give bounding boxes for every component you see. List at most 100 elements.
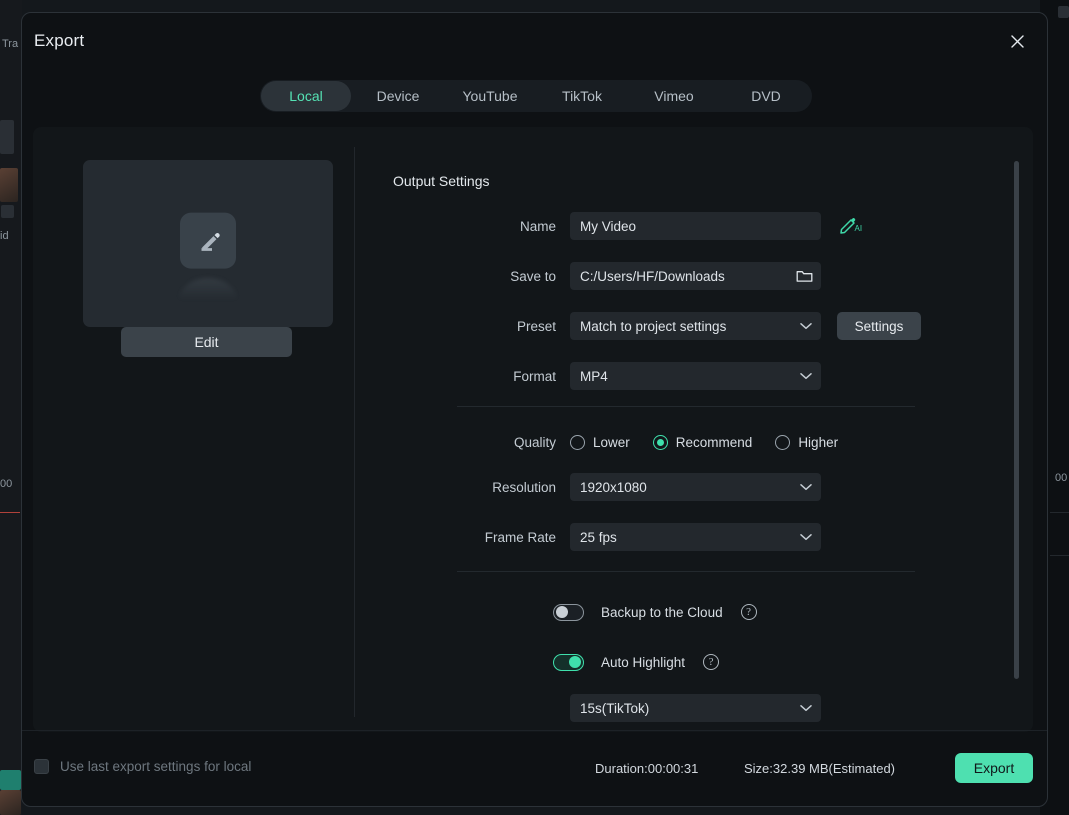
settings-scrollbar-track[interactable] <box>1014 161 1019 696</box>
edit-pencil-icon <box>180 212 236 269</box>
radio-icon <box>570 434 585 450</box>
page-title: Export <box>34 31 85 50</box>
toggle-knob <box>556 606 568 619</box>
frame-rate-label: Frame Rate <box>484 529 556 545</box>
radio-icon-selected <box>652 434 668 450</box>
chevron-down-icon <box>800 322 812 330</box>
frame-rate-value: 25 fps <box>580 529 617 545</box>
field-row-frame-rate: Frame Rate 25 fps <box>355 523 995 551</box>
bg-label-video: id <box>0 230 9 242</box>
tab-local[interactable]: Local <box>261 81 351 111</box>
backup-to-cloud-toggle[interactable] <box>553 603 584 621</box>
use-last-settings-label: Use last export settings for local <box>60 759 252 774</box>
help-icon[interactable]: ? <box>703 654 720 670</box>
section-divider <box>457 406 915 407</box>
tab-device[interactable]: Device <box>353 81 443 111</box>
folder-icon[interactable] <box>796 269 813 284</box>
format-label: Format <box>513 368 556 384</box>
name-input[interactable]: My Video <box>570 212 821 240</box>
resolution-select[interactable]: 1920x1080 <box>570 473 821 501</box>
field-row-resolution: Resolution 1920x1080 <box>355 473 995 501</box>
field-row-highlight-duration: 15s(TikTok) <box>355 694 995 722</box>
quality-option-lower[interactable]: Lower <box>570 434 630 450</box>
tab-label: Vimeo <box>654 88 694 104</box>
tab-youtube[interactable]: YouTube <box>445 81 535 111</box>
toggle-knob <box>569 656 581 669</box>
size-status: Size:32.39 MB(Estimated) <box>744 761 896 776</box>
field-row-format: Format MP4 <box>355 362 995 390</box>
svg-text:AI: AI <box>855 224 863 233</box>
bg-media-thumb <box>0 168 18 202</box>
settings-scrollbar-thumb[interactable] <box>1014 161 1019 679</box>
bg-timeline-thumb <box>0 790 21 815</box>
use-last-settings-checkbox[interactable]: Use last export settings for local <box>34 759 251 774</box>
help-icon[interactable]: ? <box>740 604 757 620</box>
frame-rate-select[interactable]: 25 fps <box>570 523 821 551</box>
checkbox-icon <box>34 759 49 774</box>
bg-divider <box>1050 512 1069 513</box>
video-thumbnail[interactable] <box>83 160 333 327</box>
name-label: Name <box>519 218 556 234</box>
backup-to-cloud-label: Backup to the Cloud <box>601 604 723 620</box>
ai-rename-icon: AI <box>839 213 863 240</box>
tab-vimeo[interactable]: Vimeo <box>629 81 719 111</box>
bg-chip <box>1 205 14 218</box>
highlight-duration-select[interactable]: 15s(TikTok) <box>570 694 821 722</box>
name-value: My Video <box>580 218 637 234</box>
bg-chip <box>0 120 14 154</box>
export-button[interactable]: Export <box>955 753 1033 783</box>
save-to-value: C:/Users/HF/Downloads <box>580 268 725 284</box>
tab-tiktok[interactable]: TikTok <box>537 81 627 111</box>
export-button-label: Export <box>973 760 1015 776</box>
save-to-input[interactable]: C:/Users/HF/Downloads <box>570 262 821 290</box>
quality-option-higher[interactable]: Higher <box>775 434 839 450</box>
help-glyph: ? <box>708 656 714 668</box>
tab-dvd[interactable]: DVD <box>721 81 811 111</box>
preset-select[interactable]: Match to project settings <box>570 312 821 340</box>
chevron-down-icon <box>800 372 812 380</box>
tab-label: Device <box>376 88 420 104</box>
quality-label: Quality <box>513 434 556 450</box>
help-glyph: ? <box>746 606 752 618</box>
bg-right-label: 00 <box>1055 472 1068 484</box>
tab-label: DVD <box>751 88 781 104</box>
ai-rename-button[interactable]: AI <box>838 213 864 239</box>
duration-status: Duration:00:00:31 <box>595 761 699 776</box>
tab-label: YouTube <box>462 88 518 104</box>
thumbnail-reflection <box>179 278 237 300</box>
edit-button[interactable]: Edit <box>121 327 292 357</box>
close-icon <box>1010 34 1025 49</box>
chevron-down-icon <box>800 483 812 491</box>
section-title-output-settings: Output Settings <box>393 173 490 189</box>
format-select[interactable]: MP4 <box>570 362 821 390</box>
dialog-header: Export <box>22 13 1047 69</box>
chevron-down-icon <box>800 533 812 541</box>
edit-button-label: Edit <box>194 334 219 350</box>
quality-option-label: Higher <box>798 434 839 450</box>
quality-option-recommend[interactable]: Recommend <box>652 434 752 450</box>
settings-column: Output Settings Name My Video AI Save to… <box>355 127 1033 732</box>
field-row-preset: Preset Match to project settings Setting… <box>355 312 995 340</box>
resolution-value: 1920x1080 <box>580 479 647 495</box>
auto-highlight-toggle[interactable] <box>553 653 584 671</box>
field-row-name: Name My Video AI <box>355 212 995 240</box>
bg-divider <box>1050 555 1069 556</box>
radio-icon <box>775 434 791 450</box>
preset-value: Match to project settings <box>580 318 727 334</box>
dialog-footer: Use last export settings for local Durat… <box>22 730 1047 806</box>
preset-settings-label: Settings <box>854 318 904 334</box>
row-auto-highlight: Auto Highlight ? <box>355 650 995 674</box>
dialog-body: Edit Output Settings Name My Video AI Sa… <box>33 127 1033 732</box>
format-value: MP4 <box>580 368 608 384</box>
chevron-down-icon <box>800 704 812 712</box>
section-divider <box>457 571 915 572</box>
field-row-save-to: Save to C:/Users/HF/Downloads <box>355 262 995 290</box>
export-target-tabs: Local Device YouTube TikTok Vimeo DVD <box>260 80 812 112</box>
export-dialog: Export Local Device YouTube TikTok Vimeo… <box>21 12 1048 807</box>
bg-chip <box>1058 6 1069 18</box>
highlight-duration-value: 15s(TikTok) <box>580 700 650 716</box>
preset-settings-button[interactable]: Settings <box>837 312 921 340</box>
close-button[interactable] <box>1001 25 1033 57</box>
resolution-label: Resolution <box>492 479 556 495</box>
tab-label: Local <box>289 88 323 104</box>
